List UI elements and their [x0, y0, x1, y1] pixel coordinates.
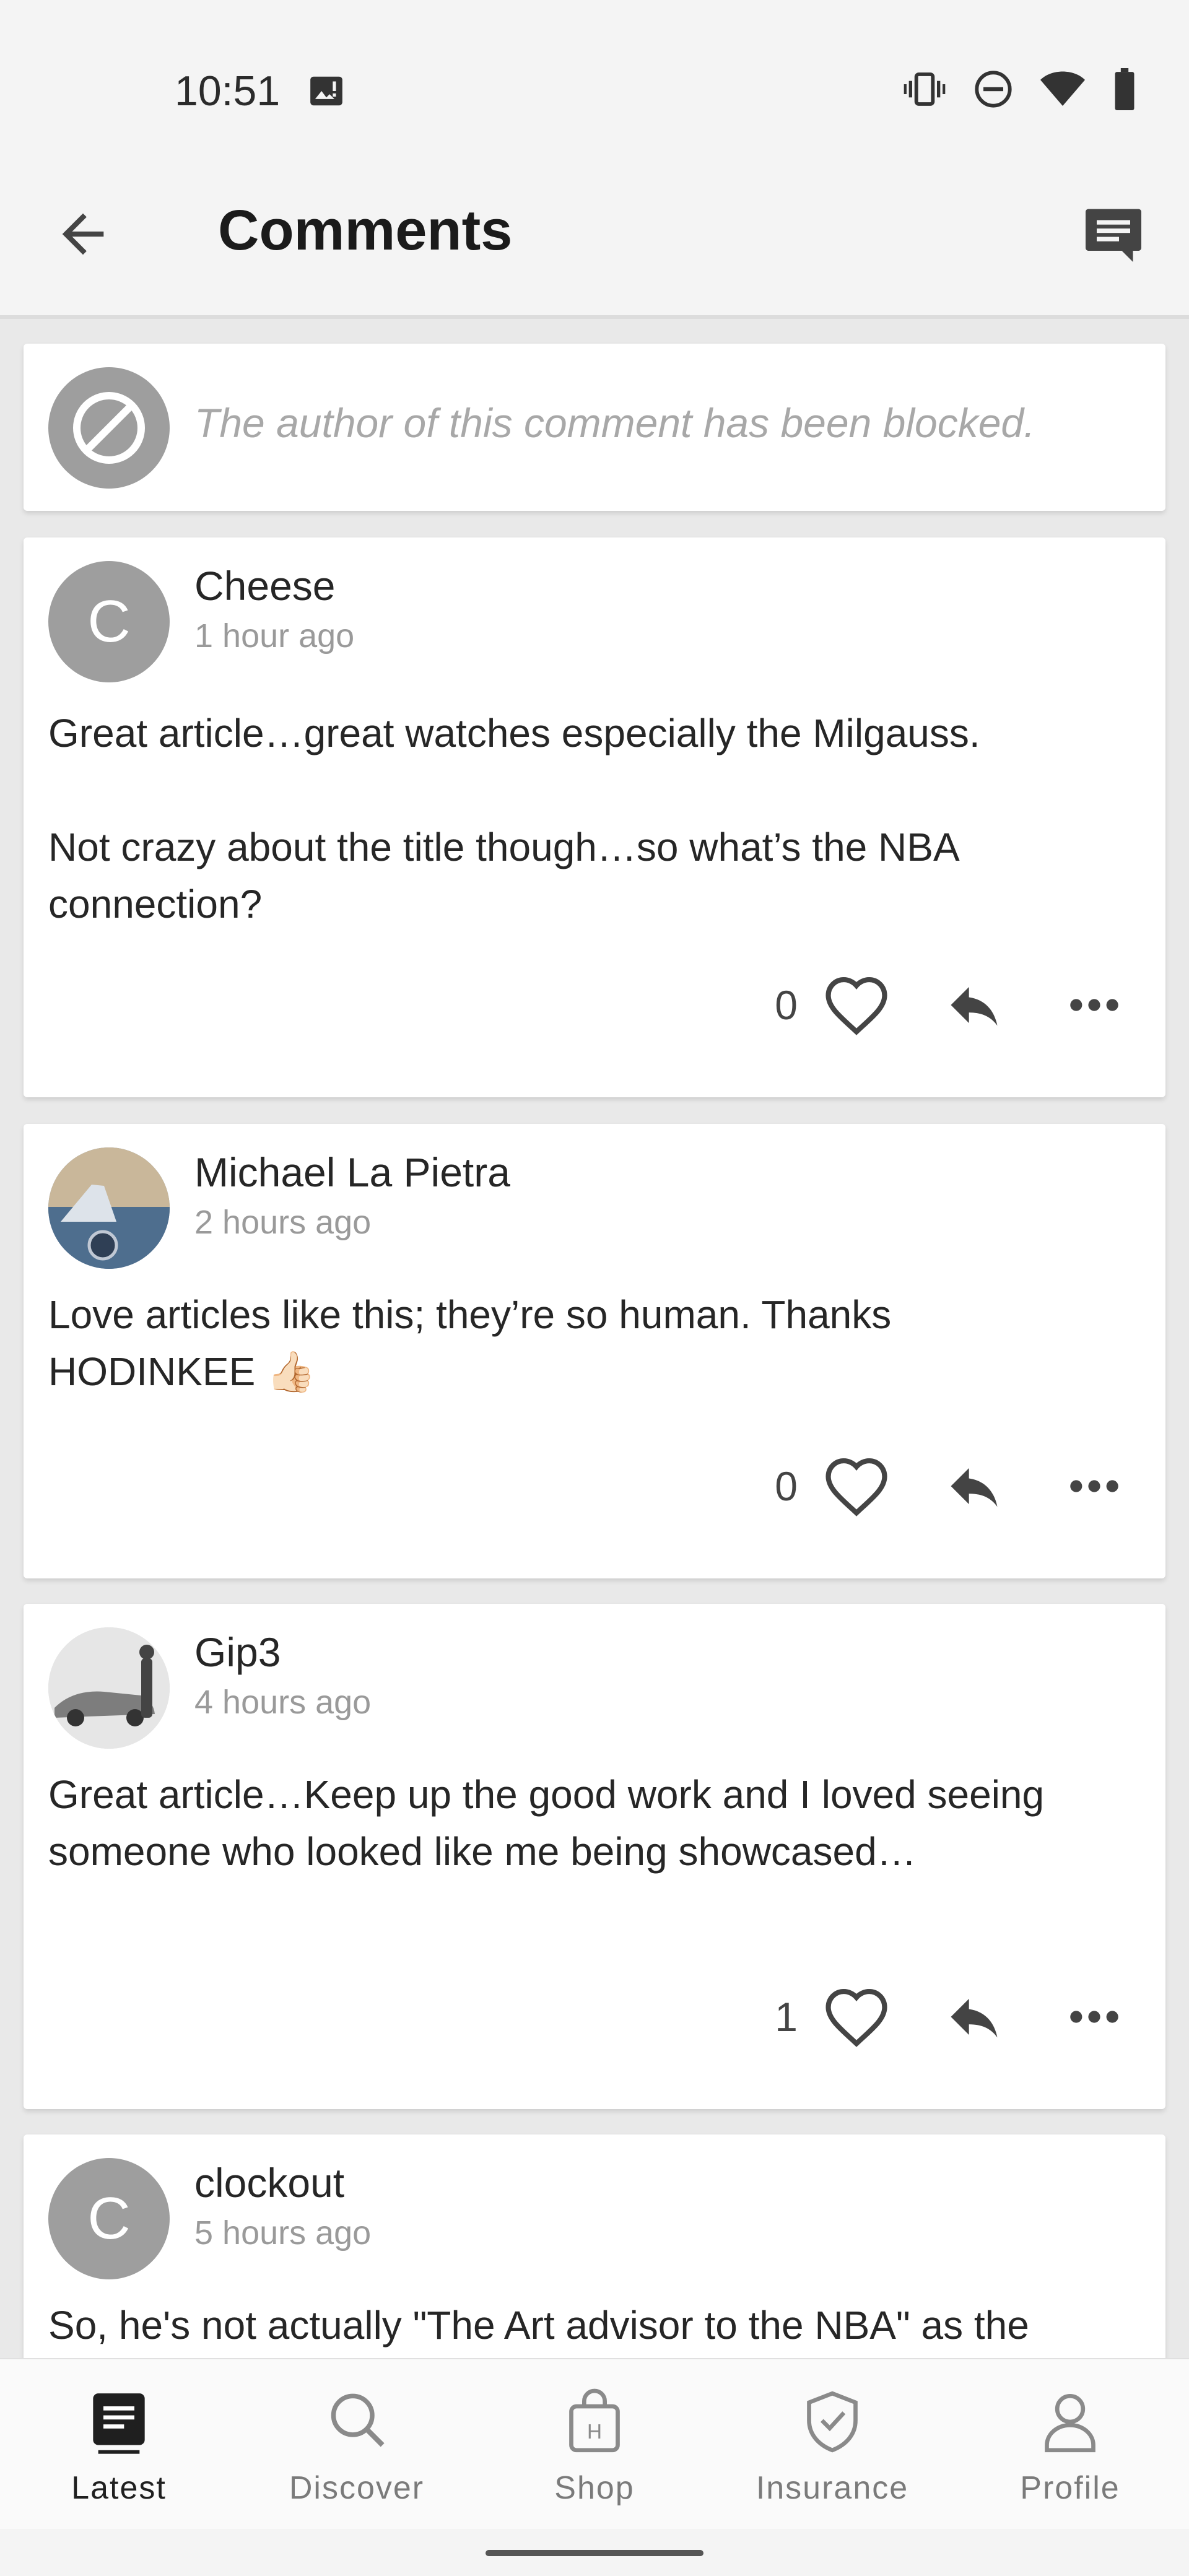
like-count: 0 [775, 1463, 798, 1509]
comment-time: 5 hours ago [194, 2214, 372, 2252]
reply-icon[interactable] [940, 1986, 1008, 2048]
comment-text: Great article…great watches especially t… [48, 711, 980, 755]
more-options-icon[interactable] [1060, 1455, 1128, 1517]
do-not-disturb-icon [975, 71, 1012, 108]
article-icon [93, 2393, 145, 2454]
blocked-icon [73, 392, 145, 464]
more-options-icon[interactable] [1060, 974, 1128, 1036]
avatar-initial: C [87, 588, 131, 655]
comment-actions: 0 [775, 1452, 1128, 1520]
blocked-avatar [48, 367, 170, 489]
nav-item-latest[interactable]: Latest [0, 2359, 238, 2530]
shopping-bag-icon: H [569, 2388, 620, 2453]
avatar[interactable] [48, 1147, 170, 1269]
shield-check-icon [807, 2391, 858, 2453]
nav-label: Profile [1020, 2470, 1120, 2506]
arrow-left-icon[interactable] [52, 203, 114, 265]
heart-icon[interactable] [822, 1455, 891, 1517]
app-bar: Comments [0, 161, 1189, 319]
comment-card: Gip3 4 hours ago Great article…Keep up t… [24, 1604, 1165, 2109]
comment-actions: 1 [775, 1983, 1128, 2051]
heart-icon[interactable] [822, 1986, 891, 2048]
comment-author[interactable]: Michael La Pietra [194, 1149, 510, 1196]
avatar[interactable]: C [48, 2158, 170, 2279]
nav-item-insurance[interactable]: Insurance [713, 2359, 951, 2530]
avatar-initial: C [87, 2185, 131, 2252]
reply-icon[interactable] [940, 974, 1008, 1036]
comment-author[interactable]: Cheese [194, 562, 336, 609]
comment-time: 1 hour ago [194, 617, 355, 655]
wifi-icon [1040, 71, 1085, 106]
avatar-photo [48, 1627, 170, 1749]
svg-text:H: H [587, 2421, 602, 2443]
more-options-icon[interactable] [1060, 1986, 1128, 2048]
status-time: 10:51 [175, 67, 281, 115]
nav-item-profile[interactable]: Profile [951, 2359, 1189, 2530]
avatar-photo [48, 1147, 170, 1269]
comment-text: So, he's not actually "The Art advisor t… [48, 2303, 1029, 2348]
comment-card: C clockout 5 hours ago So, he's not actu… [24, 2134, 1165, 2395]
comment-text: Great article…Keep up the good work and … [48, 1772, 1045, 1874]
nav-label: Shop [554, 2470, 635, 2506]
comment-actions: 0 [775, 971, 1128, 1039]
vibrate-icon [904, 72, 946, 106]
nav-label: Latest [71, 2470, 167, 2506]
comment-time: 4 hours ago [194, 1684, 372, 1721]
page-title: Comments [218, 199, 513, 262]
image-notification-icon [310, 76, 342, 106]
battery-icon [1115, 68, 1135, 110]
like-count: 0 [775, 982, 798, 1028]
comment-author[interactable]: Gip3 [194, 1629, 281, 1676]
search-icon [331, 2393, 385, 2447]
heart-icon[interactable] [822, 974, 891, 1036]
nav-label: Discover [289, 2470, 425, 2506]
person-icon [1045, 2394, 1095, 2453]
home-handle[interactable] [486, 2550, 703, 2556]
comments-icon[interactable] [1080, 201, 1147, 268]
comment-card: C Cheese 1 hour ago Great article…great … [24, 537, 1165, 1097]
blocked-notice: The author of this comment has been bloc… [194, 400, 1035, 446]
nav-item-discover[interactable]: Discover [238, 2359, 476, 2530]
comment-time: 2 hours ago [194, 1204, 372, 1241]
status-bar: 10:51 [0, 0, 1189, 161]
avatar[interactable]: C [48, 561, 170, 682]
bottom-navigation: Latest Discover H Shop Insurance Profile [0, 2358, 1189, 2530]
nav-item-shop[interactable]: H Shop [476, 2359, 713, 2530]
status-icons [903, 68, 1137, 110]
gesture-bar [0, 2529, 1189, 2576]
nav-label: Insurance [756, 2470, 909, 2506]
blocked-comment-card: The author of this comment has been bloc… [24, 344, 1165, 511]
reply-icon[interactable] [940, 1455, 1008, 1517]
comment-author[interactable]: clockout [194, 2159, 344, 2206]
comment-text: Not crazy about the title though…so what… [48, 825, 958, 926]
comment-card: Michael La Pietra 2 hours ago Love artic… [24, 1124, 1165, 1578]
comment-text: Love articles like this; they’re so huma… [48, 1292, 892, 1394]
like-count: 1 [775, 1994, 798, 2040]
avatar[interactable] [48, 1627, 170, 1749]
